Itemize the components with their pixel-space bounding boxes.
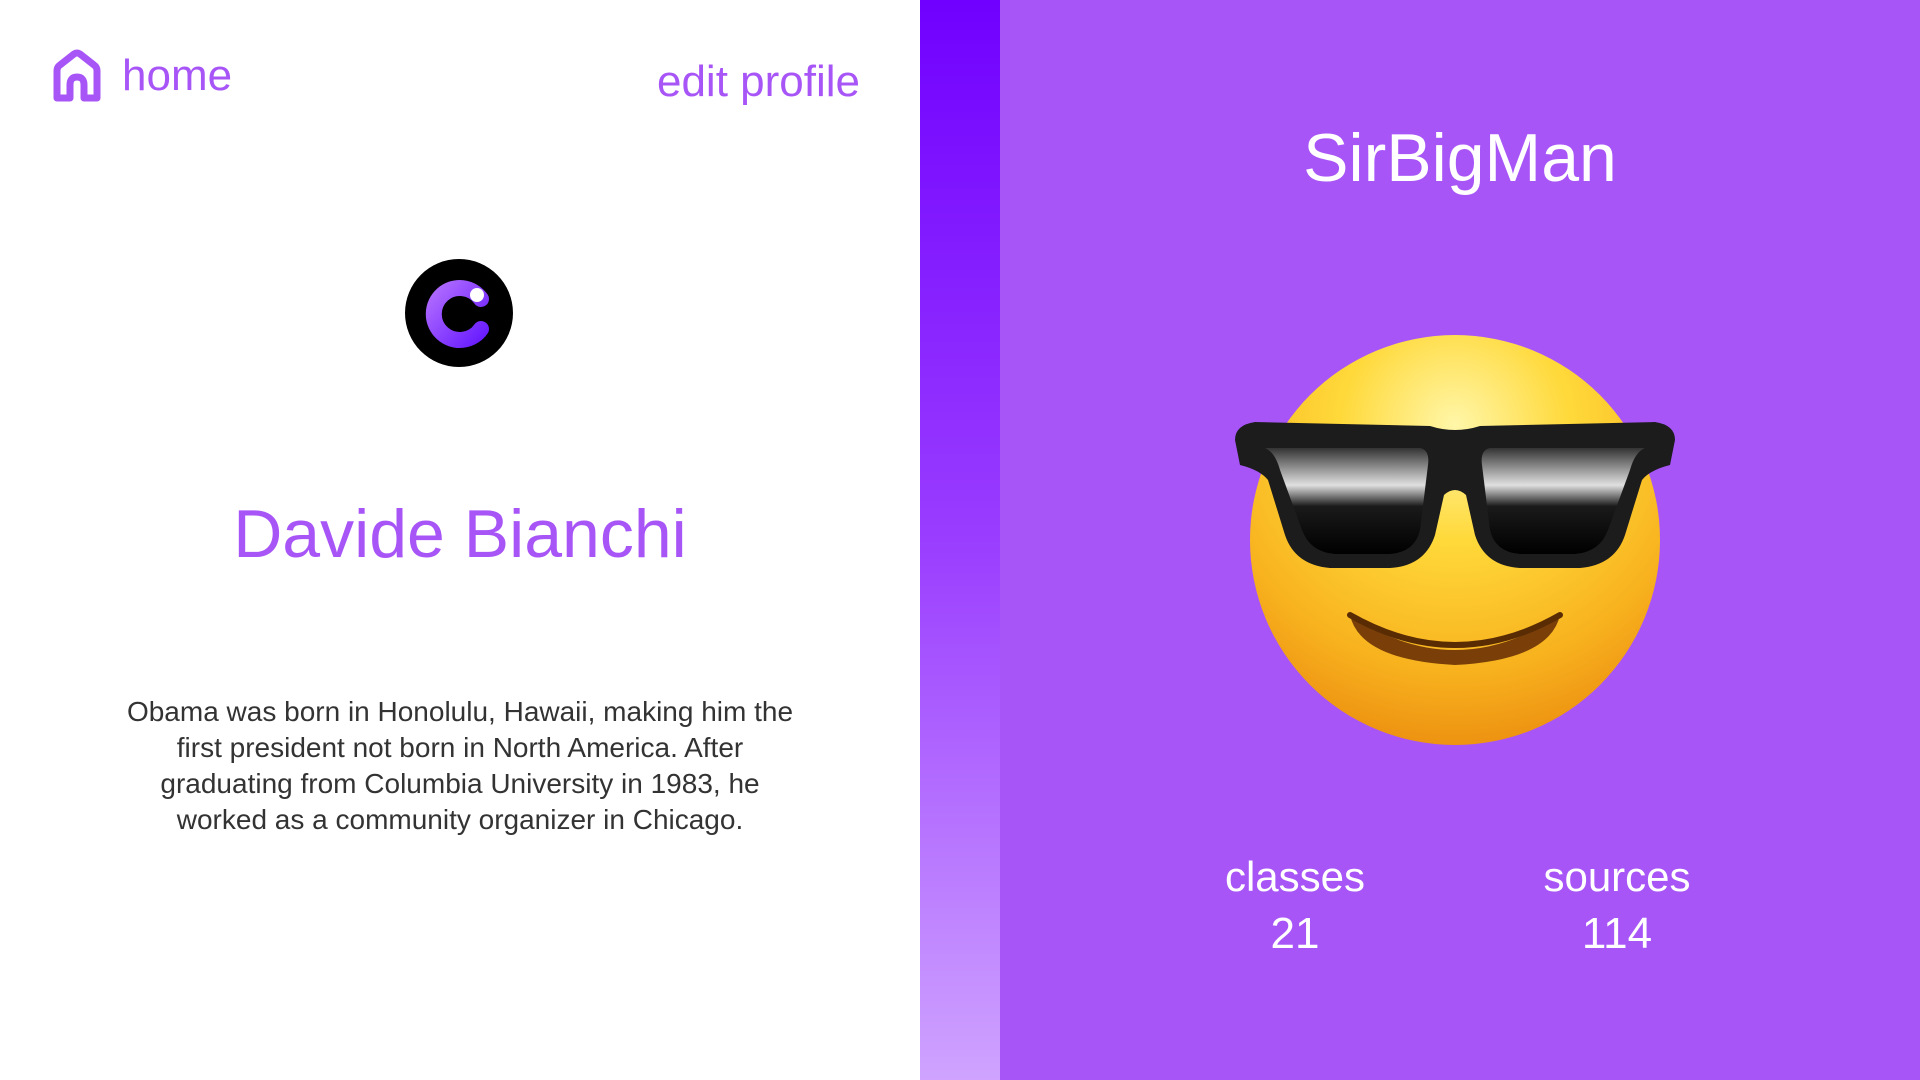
profile-right-panel: SirBigMan classes 21 sources 114: [1000, 0, 1920, 1080]
stat-classes-value: 21: [1270, 909, 1320, 958]
edit-profile-link[interactable]: edit profile: [657, 60, 860, 104]
home-link[interactable]: home: [50, 48, 232, 104]
profile-page: home edit profile Davide Bianchi Obama w…: [0, 0, 1920, 1080]
profile-bio: Obama was born in Honolulu, Hawaii, maki…: [126, 696, 794, 835]
profile-left-panel: home edit profile Davide Bianchi Obama w…: [0, 0, 920, 1080]
profile-full-name: Davide Bianchi: [233, 496, 687, 572]
brand-logo-icon: [405, 259, 513, 367]
gradient-divider: [920, 0, 1000, 1080]
stat-classes-label: classes: [1224, 853, 1366, 900]
home-label: home: [122, 51, 233, 100]
stat-classes: classes 21: [1165, 856, 1425, 956]
smiling-face-with-sunglasses-icon: [1230, 330, 1680, 750]
home-icon: [50, 48, 104, 104]
stat-sources-value: 114: [1581, 909, 1653, 958]
stat-sources: sources 114: [1487, 856, 1747, 956]
profile-username: SirBigMan: [1303, 120, 1617, 196]
stat-sources-label: sources: [1543, 853, 1691, 900]
